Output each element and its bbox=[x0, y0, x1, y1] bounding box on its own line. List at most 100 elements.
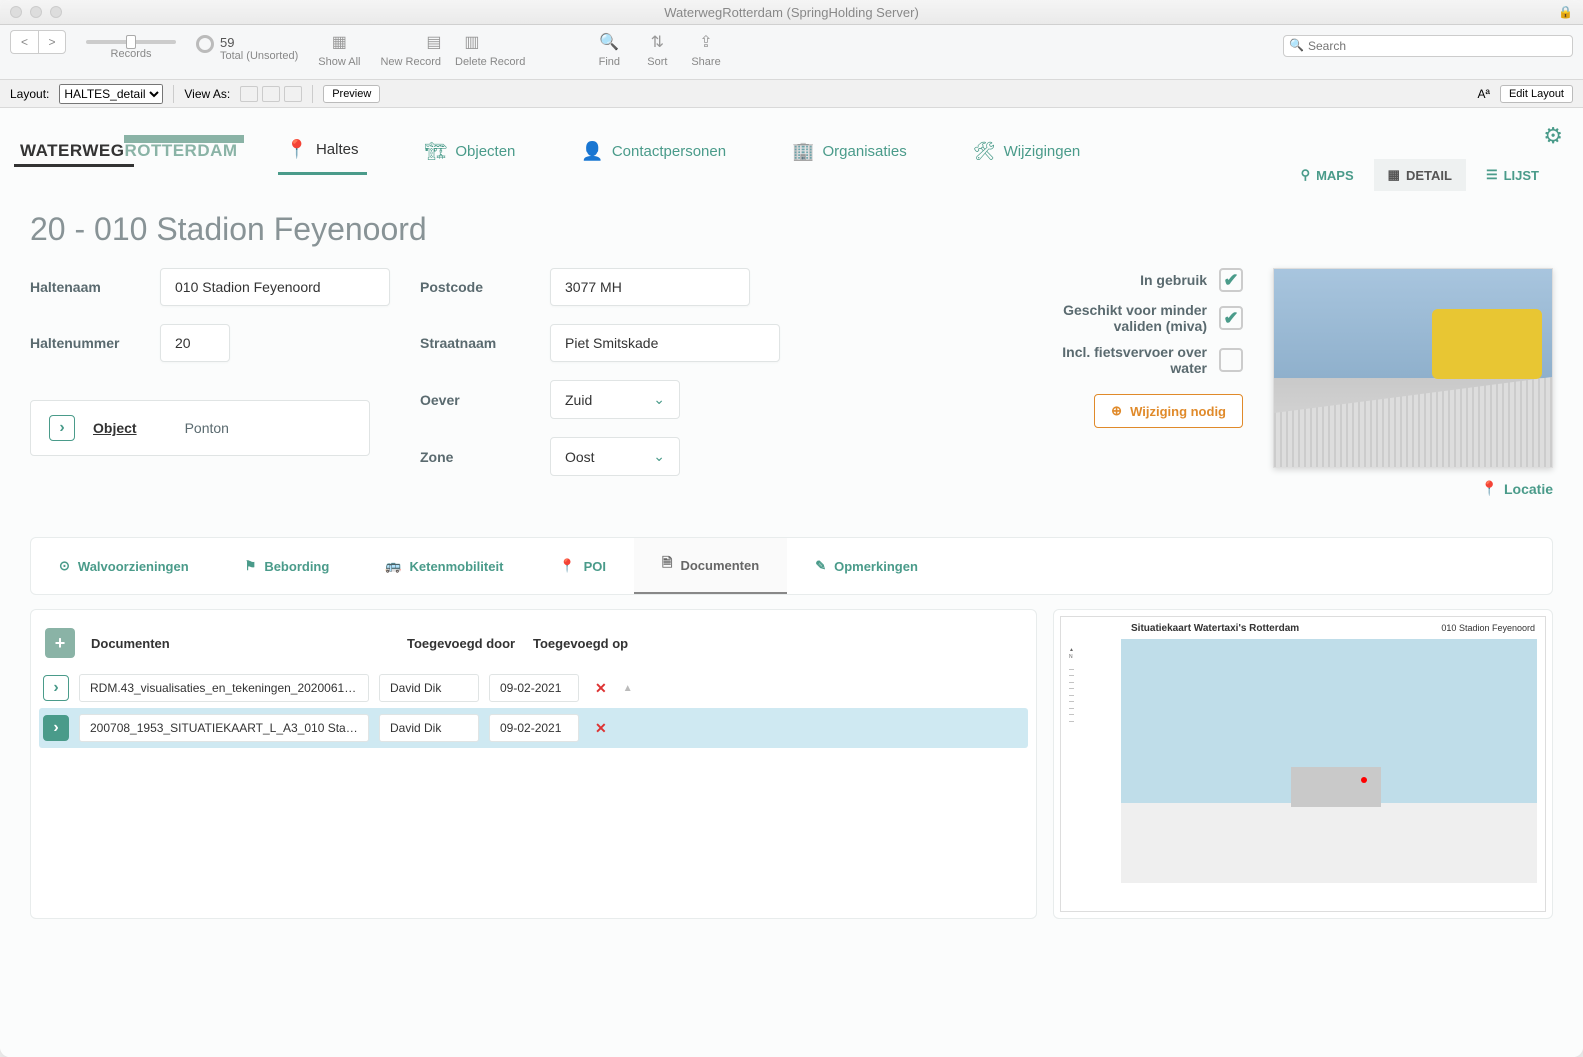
viewas-table-icon[interactable] bbox=[284, 86, 302, 102]
table-row[interactable]: › RDM.43_visualisaties_en_tekeningen_202… bbox=[39, 668, 1028, 708]
pie-icon bbox=[196, 35, 214, 53]
col-toegevoegd-op: Toegevoegd op bbox=[533, 636, 628, 651]
total-count: 59 bbox=[220, 35, 298, 50]
gear-icon[interactable]: ⚙ bbox=[1543, 123, 1563, 149]
doc-date: 09-02-2021 bbox=[489, 714, 579, 742]
table-row[interactable]: › 200708_1953_SITUATIEKAART_L_A3_010 Sta… bbox=[39, 708, 1028, 748]
label-ingebruik: In gebruik bbox=[1140, 272, 1207, 288]
sort-icon[interactable]: ⇅ bbox=[643, 30, 671, 54]
find-icon[interactable]: 🔍 bbox=[595, 30, 623, 54]
chevron-down-icon bbox=[653, 391, 665, 408]
find-label: Find bbox=[599, 56, 620, 68]
tab-bebording[interactable]: ⚑Bebording bbox=[217, 538, 358, 594]
map-legend: ▲N————————— bbox=[1069, 647, 1117, 725]
nav-contactpersonen[interactable]: 👤Contactpersonen bbox=[573, 129, 734, 174]
label-fiets: Incl. fietsvervoer over water bbox=[1057, 344, 1207, 376]
input-haltenaam[interactable]: 010 Stadion Feyenoord bbox=[160, 268, 390, 306]
nav-wijzigingen[interactable]: 🛠Wijzigingen bbox=[965, 129, 1089, 174]
delete-row-button[interactable]: ✕ bbox=[589, 720, 613, 737]
person-icon: 👤 bbox=[581, 141, 603, 162]
preview-title: Situatiekaart Watertaxi's Rotterdam bbox=[1131, 623, 1299, 634]
records-label: Records bbox=[111, 48, 152, 60]
input-haltenummer[interactable]: 20 bbox=[160, 324, 230, 362]
col-documenten: Documenten bbox=[91, 636, 391, 651]
view-maps[interactable]: ⚲MAPS bbox=[1287, 159, 1368, 191]
page-title: 20 - 010 Stadion Feyenoord bbox=[0, 191, 1583, 258]
window-titlebar: WaterwegRotterdam (SpringHolding Server)… bbox=[0, 0, 1583, 25]
viewas-list-icon[interactable] bbox=[262, 86, 280, 102]
tools-icon: 🛠 bbox=[973, 141, 996, 162]
checkbox-fiets[interactable] bbox=[1219, 348, 1243, 372]
tab-ketenmobiliteit[interactable]: 🚌Ketenmobiliteit bbox=[357, 538, 531, 594]
share-label: Share bbox=[691, 56, 720, 68]
building-icon: 🏢 bbox=[792, 141, 814, 162]
warn-icon: ⊕ bbox=[1111, 403, 1122, 419]
total-label: Total (Unsorted) bbox=[220, 50, 298, 62]
showall-icon[interactable]: ▦ bbox=[325, 30, 353, 54]
objects-icon: 🏗 bbox=[425, 141, 448, 162]
doc-name[interactable]: 200708_1953_SITUATIEKAART_L_A3_010 Stadi… bbox=[79, 714, 369, 742]
text-format-icon[interactable]: Aª bbox=[1478, 87, 1490, 101]
search-input[interactable] bbox=[1283, 35, 1573, 57]
nav-objecten[interactable]: 🏗Objecten bbox=[417, 129, 524, 174]
object-label[interactable]: Object bbox=[93, 420, 137, 436]
document-preview: Situatiekaart Watertaxi's Rotterdam 010 … bbox=[1053, 609, 1553, 919]
label-oever: Oever bbox=[420, 392, 530, 408]
add-document-button[interactable]: + bbox=[45, 628, 75, 658]
tab-walvoorzieningen[interactable]: ⊙Walvoorzieningen bbox=[31, 538, 217, 594]
map-marker-icon bbox=[1361, 777, 1367, 783]
object-box: › Object Ponton bbox=[30, 400, 370, 456]
edit-layout-button[interactable]: Edit Layout bbox=[1500, 85, 1573, 103]
records-slider[interactable] bbox=[86, 40, 176, 44]
label-miva: Geschikt voor minder validen (miva) bbox=[1057, 302, 1207, 334]
select-zone[interactable]: Oost bbox=[550, 437, 680, 476]
object-open-button[interactable]: › bbox=[49, 415, 75, 441]
nav-organisaties[interactable]: 🏢Organisaties bbox=[784, 129, 915, 174]
sign-icon: ⚑ bbox=[245, 558, 257, 574]
documents-panel: + Documenten Toegevoegd door Toegevoegd … bbox=[30, 609, 1037, 919]
edit-icon: ✎ bbox=[815, 558, 826, 574]
nav-back-button[interactable]: < bbox=[10, 30, 38, 54]
pin-icon: 📍 bbox=[286, 139, 308, 160]
checkbox-miva[interactable]: ✔ bbox=[1219, 306, 1243, 330]
doc-by: David Dik bbox=[379, 674, 479, 702]
row-open-button[interactable]: › bbox=[43, 675, 69, 701]
view-lijst[interactable]: ☰LIJST bbox=[1472, 159, 1553, 191]
scroll-up-icon[interactable]: ▲ bbox=[623, 683, 633, 694]
app-toolbar: < > Records 59 Total (Unsorted) ▦ Show A… bbox=[0, 25, 1583, 80]
delete-row-button[interactable]: ✕ bbox=[589, 680, 613, 697]
doc-name[interactable]: RDM.43_visualisaties_en_tekeningen_20200… bbox=[79, 674, 369, 702]
input-postcode[interactable]: 3077 MH bbox=[550, 268, 750, 306]
showall-label: Show All bbox=[318, 56, 360, 68]
layout-label: Layout: bbox=[10, 87, 49, 101]
tab-opmerkingen[interactable]: ✎Opmerkingen bbox=[787, 538, 946, 594]
object-value: Ponton bbox=[185, 420, 229, 436]
doc-icon: 🗎 bbox=[662, 554, 672, 576]
layout-bar: Layout: HALTES_detail View As: Preview A… bbox=[0, 80, 1583, 108]
deleterecord-icon[interactable]: ▥ bbox=[458, 30, 486, 54]
nav-haltes[interactable]: 📍Haltes bbox=[278, 127, 367, 175]
input-straat[interactable]: Piet Smitskade bbox=[550, 324, 780, 362]
checkbox-ingebruik[interactable]: ✔ bbox=[1219, 268, 1243, 292]
lock-icon: 🔒 bbox=[1558, 5, 1573, 19]
layout-select[interactable]: HALTES_detail bbox=[59, 84, 163, 104]
row-open-button[interactable]: › bbox=[43, 715, 69, 741]
share-icon[interactable]: ⇪ bbox=[692, 30, 720, 54]
preview-button[interactable]: Preview bbox=[323, 85, 380, 103]
viewas-form-icon[interactable] bbox=[240, 86, 258, 102]
locatie-link[interactable]: 📍Locatie bbox=[1273, 480, 1553, 497]
label-zone: Zone bbox=[420, 449, 530, 465]
view-detail[interactable]: ▦DETAIL bbox=[1374, 159, 1466, 191]
tab-poi[interactable]: 📍POI bbox=[531, 538, 634, 594]
maps-icon: ⚲ bbox=[1301, 167, 1311, 183]
select-oever[interactable]: Zuid bbox=[550, 380, 680, 419]
viewas-label: View As: bbox=[184, 87, 230, 101]
wijziging-nodig-button[interactable]: ⊕Wijziging nodig bbox=[1094, 394, 1243, 428]
sort-label: Sort bbox=[647, 56, 667, 68]
deleterecord-label: Delete Record bbox=[455, 56, 525, 68]
bus-icon: 🚌 bbox=[385, 558, 401, 574]
nav-fwd-button[interactable]: > bbox=[38, 30, 66, 54]
chevron-down-icon bbox=[653, 448, 665, 465]
tab-documenten[interactable]: 🗎Documenten bbox=[634, 538, 787, 594]
newrecord-icon[interactable]: ▤ bbox=[420, 30, 448, 54]
